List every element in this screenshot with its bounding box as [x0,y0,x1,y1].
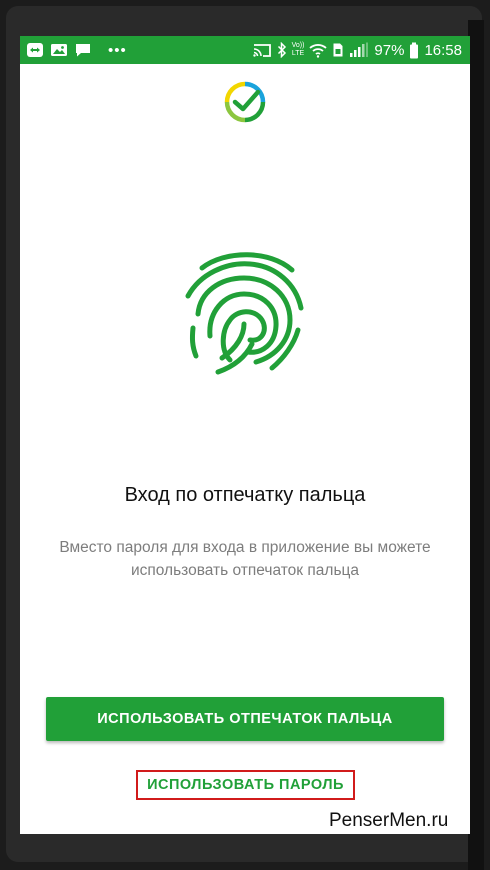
gallery-icon [51,44,67,56]
clock: 16:58 [424,41,462,59]
teamviewer-icon [27,43,43,57]
bluetooth-icon [277,42,286,58]
phone-edge [468,20,484,870]
app-screen: ••• Vo)) LTE 97% 16:58 Вход по отпечатку… [20,36,470,834]
message-icon [76,44,90,57]
volte-label: Vo)) [291,42,305,49]
description-text: Вместо пароля для входа в приложение вы … [59,539,431,579]
system-icons: Vo)) LTE 97% 16:58 [252,40,462,60]
battery-icon [410,42,419,58]
signal-icon [350,42,369,57]
sberbank-logo [224,81,266,123]
use-password-button[interactable]: ИСПОЛЬЗОВАТЬ ПАРОЛЬ [136,770,355,800]
page-title: Вход по отпечатку пальца [124,484,366,506]
battery-percent: 97% [374,41,405,59]
sim-card-icon [333,43,343,57]
status-bar: ••• Vo)) LTE 97% 16:58 [20,36,470,64]
wifi-icon [309,44,328,58]
use-fingerprint-button[interactable]: ИСПОЛЬЗОВАТЬ ОТПЕЧАТОК ПАЛЬЦА [46,697,444,741]
watermark-text: PenserMen.ru [329,810,449,832]
cast-icon [252,44,271,57]
fingerprint-icon [185,252,304,375]
lte-label: LTE [291,50,305,57]
more-notifications-icon: ••• [108,41,127,59]
notification-icons: ••• [26,41,127,59]
volte-lte-icon: Vo)) LTE [292,42,305,58]
